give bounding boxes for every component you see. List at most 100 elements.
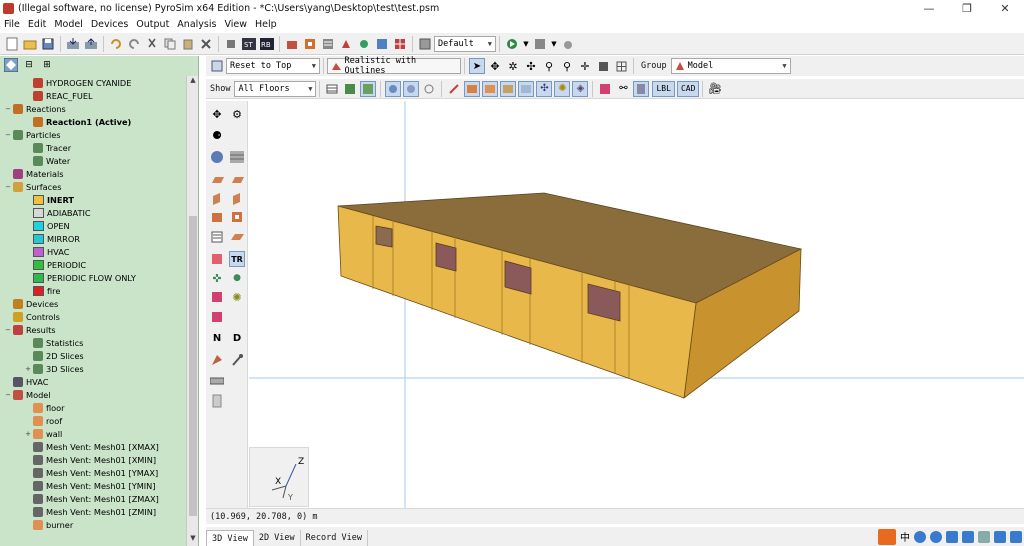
show-terrain-icon[interactable] xyxy=(360,80,377,97)
new-slice-icon[interactable] xyxy=(374,36,390,52)
show-mesh-lines-icon[interactable] xyxy=(403,80,420,97)
n-tool-button[interactable]: N xyxy=(209,330,225,346)
minimize-button[interactable]: — xyxy=(910,0,948,17)
tree-item[interactable]: Mesh Vent: Mesh01 [ZMAX] xyxy=(0,492,186,505)
cut-icon[interactable] xyxy=(144,36,160,52)
tree-item[interactable]: 2D Slices xyxy=(0,349,186,362)
collapse-all-icon[interactable]: ⊟ xyxy=(21,57,37,73)
paste-icon[interactable] xyxy=(180,36,196,52)
save-icon[interactable] xyxy=(40,36,56,52)
tree-view[interactable]: HYDROGEN CYANIDE REAC_FUEL − Reactions React… xyxy=(0,76,186,546)
hole-tool-icon[interactable] xyxy=(229,209,245,225)
show-holes-icon[interactable] xyxy=(482,80,499,97)
expand-icon[interactable]: + xyxy=(24,365,32,373)
render-mode-button[interactable]: Realistic with Outlines xyxy=(327,56,461,76)
select-arrow-icon[interactable]: ➤ xyxy=(469,58,485,74)
collapse-icon[interactable]: − xyxy=(4,131,12,139)
slab-tool-icon[interactable] xyxy=(209,172,225,188)
device-tool-icon[interactable]: ⚈ xyxy=(209,127,225,143)
split-tool-icon[interactable] xyxy=(209,309,225,325)
menu-output[interactable]: Output xyxy=(132,19,173,30)
roam-icon[interactable]: ✲ xyxy=(505,58,521,74)
measure-tool-icon[interactable] xyxy=(209,373,225,389)
menu-analysis[interactable]: Analysis xyxy=(173,19,220,30)
tree-item[interactable]: ADIABATIC xyxy=(0,206,186,219)
group-dropdown[interactable]: Model ▼ xyxy=(670,58,791,74)
eyedropper-tool-icon[interactable] xyxy=(229,352,245,368)
tree-item[interactable]: − Surfaces xyxy=(0,180,186,193)
tree-scrollbar[interactable]: ▲ ▼ xyxy=(186,76,198,546)
fit-view-icon[interactable] xyxy=(595,58,611,74)
sogou-logo-icon[interactable] xyxy=(878,528,896,545)
show-meshes-icon[interactable] xyxy=(385,80,402,97)
new-vent-icon[interactable] xyxy=(320,36,336,52)
tree-item[interactable]: HYDROGEN CYANIDE xyxy=(0,76,186,89)
tree-item[interactable]: Mesh Vent: Mesh01 [YMAX] xyxy=(0,466,186,479)
delete-icon[interactable] xyxy=(198,36,214,52)
tree-item[interactable]: Materials xyxy=(0,167,186,180)
d-tool-button[interactable]: D xyxy=(229,330,245,346)
point-tool-icon[interactable]: ● xyxy=(229,270,245,286)
vent-tool-icon[interactable] xyxy=(209,229,225,245)
show-cad-toggle[interactable]: CAD xyxy=(676,80,700,97)
maximize-button[interactable]: ❐ xyxy=(948,0,986,17)
tr-tool-button[interactable]: TR xyxy=(229,251,245,267)
3d-scene[interactable] xyxy=(249,101,1024,508)
record-camera-icon[interactable]: 🎥︎ xyxy=(707,81,723,97)
tree-item[interactable]: INERT xyxy=(0,193,186,206)
scroll-down-arrow-icon[interactable]: ▼ xyxy=(187,534,199,546)
tree-item[interactable]: Reaction1 (Active) xyxy=(0,115,186,128)
show-floors-icon[interactable] xyxy=(633,80,650,97)
emoji-icon[interactable] xyxy=(930,530,942,543)
show-slices-icon[interactable]: ✣ xyxy=(536,80,553,97)
expand-all-icon[interactable]: ⊞ xyxy=(39,57,55,73)
zoom-box-icon[interactable]: ⚲ xyxy=(559,58,575,74)
undo-icon[interactable] xyxy=(108,36,124,52)
tree-item[interactable]: Mesh Vent: Mesh01 [YMIN] xyxy=(0,479,186,492)
show-paths-icon[interactable] xyxy=(446,81,462,97)
mesh-tool-icon[interactable] xyxy=(209,149,225,165)
st-icon[interactable]: ST xyxy=(241,36,257,52)
show-particles-icon[interactable]: ✺ xyxy=(554,80,571,97)
new-obstruction-icon[interactable] xyxy=(284,36,300,52)
polygon-vent-tool-icon[interactable] xyxy=(229,229,245,245)
tree-item[interactable]: + wall xyxy=(0,427,186,440)
tree-item[interactable]: HVAC xyxy=(0,245,186,258)
show-records-icon[interactable] xyxy=(597,81,613,97)
tree-item[interactable]: Devices xyxy=(0,297,186,310)
tree-item[interactable]: Mesh Vent: Mesh01 [XMAX] xyxy=(0,440,186,453)
chevron-down-icon[interactable]: ▼ xyxy=(550,36,558,52)
preset-dropdown[interactable]: Default ▼ xyxy=(434,35,496,52)
tab-3d-view[interactable]: 3D View xyxy=(206,530,254,546)
new-device-icon[interactable] xyxy=(338,36,354,52)
expand-icon[interactable]: + xyxy=(24,430,32,438)
tree-item[interactable]: Tracer xyxy=(0,141,186,154)
group-icon[interactable] xyxy=(417,36,433,52)
window-opening[interactable] xyxy=(375,225,393,248)
crosshair-icon[interactable]: ✛ xyxy=(577,58,593,74)
tree-item[interactable]: roof xyxy=(0,414,186,427)
tree-item[interactable]: MIRROR xyxy=(0,232,186,245)
ime-mode-label[interactable]: 中 xyxy=(900,529,910,544)
collapse-icon[interactable]: − xyxy=(4,391,12,399)
polygon-slab-tool-icon[interactable] xyxy=(229,172,245,188)
extrude-tool-icon[interactable] xyxy=(209,289,225,305)
menu-devices[interactable]: Devices xyxy=(87,19,132,30)
tree-item[interactable]: floor xyxy=(0,401,186,414)
open-folder-icon[interactable] xyxy=(22,36,38,52)
tree-item[interactable]: − Results xyxy=(0,323,186,336)
menu-edit[interactable]: Edit xyxy=(24,19,50,30)
tree-item[interactable]: Mesh Vent: Mesh01 [ZMIN] xyxy=(0,505,186,518)
new-file-icon[interactable] xyxy=(4,36,20,52)
show-labels-toggle[interactable]: LBL xyxy=(652,80,675,97)
stop-icon[interactable] xyxy=(223,36,239,52)
record-icon[interactable]: RB xyxy=(259,36,275,52)
redo-icon[interactable] xyxy=(126,36,142,52)
show-objects-icon[interactable] xyxy=(342,81,358,97)
new-hole-icon[interactable] xyxy=(302,36,318,52)
floor-dropdown[interactable]: All Floors ▼ xyxy=(234,80,317,97)
3d-viewport[interactable] xyxy=(249,101,1024,508)
tree-item[interactable]: Water xyxy=(0,154,186,167)
collapse-icon[interactable]: − xyxy=(4,183,12,191)
reset-view-dropdown[interactable]: Reset to Top ▼ xyxy=(226,58,320,74)
